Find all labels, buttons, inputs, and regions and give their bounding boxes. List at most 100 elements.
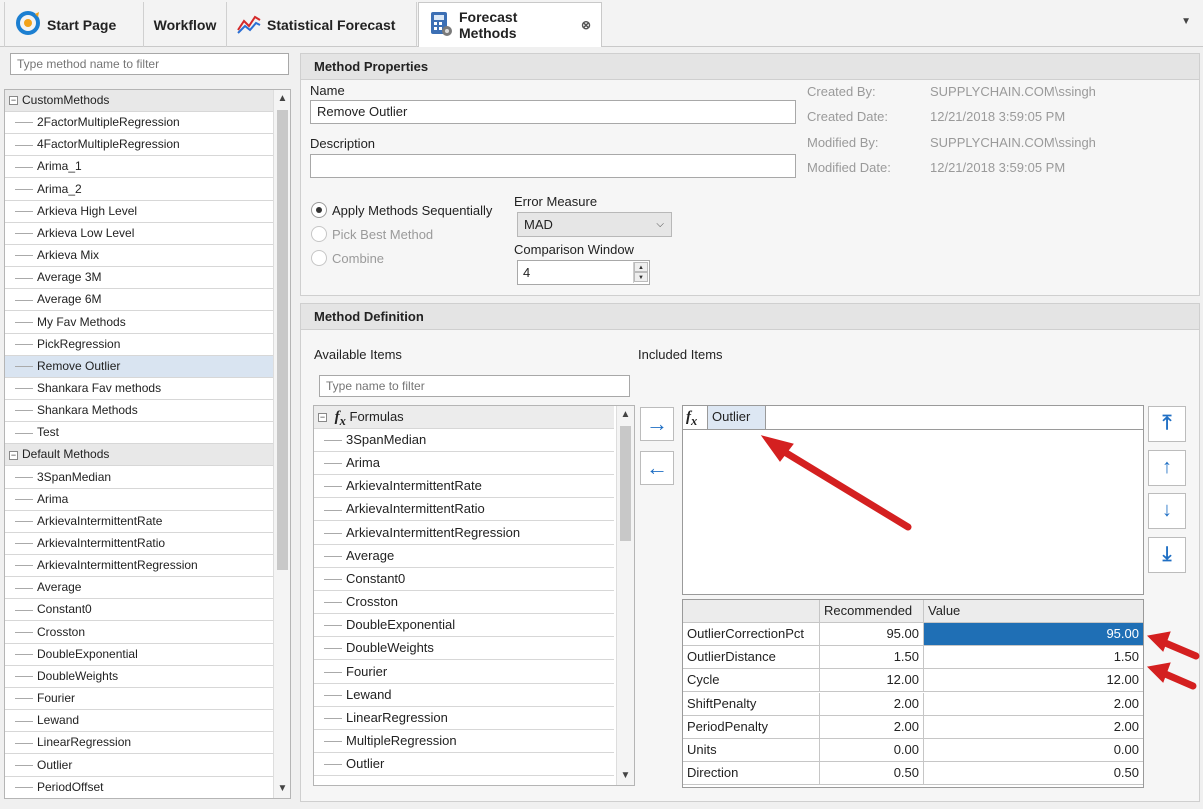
tree-item[interactable]: ArkievaIntermittentRate [5, 511, 273, 533]
scroll-up-icon[interactable]: ▲ [617, 406, 634, 423]
description-field[interactable] [310, 154, 796, 178]
value-cell[interactable]: 0.50 [924, 762, 1143, 784]
add-item-button[interactable]: → [640, 407, 674, 441]
tree-item[interactable]: Average [5, 577, 273, 600]
move-up-button[interactable]: ↑ [1148, 450, 1186, 486]
spin-down-icon[interactable]: ▼ [634, 272, 648, 282]
tree-item[interactable]: Test [5, 422, 273, 445]
tree-item[interactable]: Remove Outlier [5, 355, 273, 378]
tree-item-label: PeriodOffset [37, 779, 104, 794]
method-filter-input[interactable] [10, 53, 289, 75]
tree-item[interactable]: ArkievaIntermittentRegression [5, 555, 273, 578]
formula-item[interactable]: Crosston [314, 591, 614, 615]
tab-statistical-forecast[interactable]: Statistical Forecast [227, 2, 417, 47]
tree-item[interactable]: Arima [5, 489, 273, 511]
formula-item[interactable]: LinearRegression [314, 707, 614, 730]
tree-item[interactable]: PickRegression [5, 334, 273, 356]
tab-workflow[interactable]: Workflow [144, 2, 227, 47]
tree-item[interactable]: Arima_1 [5, 156, 273, 179]
tree-item[interactable]: Arima_2 [5, 179, 273, 201]
value-cell[interactable]: 95.00 [924, 623, 1143, 645]
column-header-value: Value [928, 603, 961, 618]
tree-item[interactable]: ArkievaIntermittentRatio [5, 533, 273, 555]
tree-item[interactable]: Lewand [5, 710, 273, 733]
tree-connector [15, 211, 33, 213]
collapse-icon[interactable]: − [318, 413, 327, 423]
move-down-button[interactable]: ↓ [1148, 493, 1186, 529]
scroll-down-icon[interactable]: ▼ [617, 767, 634, 784]
formula-item[interactable]: Fourier [314, 661, 614, 684]
tree-item[interactable]: Crosston [5, 622, 273, 644]
formula-item[interactable]: MultipleRegression [314, 730, 614, 753]
value-cell[interactable]: 0.00 [924, 739, 1143, 761]
scroll-thumb[interactable] [620, 426, 631, 541]
grid-header-row: Recommended Value [683, 600, 1143, 623]
tree-item[interactable]: Fourier [5, 688, 273, 711]
chevron-down-icon[interactable]: ▼ [1181, 16, 1191, 27]
radio-combine[interactable]: Combine [311, 250, 384, 266]
tree-item-label: Arkieva High Level [37, 203, 138, 218]
vertical-scrollbar[interactable]: ▲ ▼ [616, 406, 634, 785]
tree-item[interactable]: LinearRegression [5, 732, 273, 755]
tab-label: Statistical Forecast [267, 16, 396, 33]
move-to-top-button[interactable]: ⤒ [1148, 406, 1186, 442]
tree-item[interactable]: 3SpanMedian [5, 467, 273, 489]
formula-item[interactable]: ArkievaIntermittentRegression [314, 522, 614, 545]
comparison-window-stepper[interactable]: 4 ▲ ▼ [517, 260, 650, 285]
move-to-bottom-button[interactable]: ⤓ [1148, 537, 1186, 573]
tree-group-row[interactable]: − CustomMethods [5, 90, 273, 112]
formula-item[interactable]: Average [314, 545, 614, 568]
tree-connector [324, 555, 342, 557]
radio-apply-sequentially[interactable]: Apply Methods Sequentially [311, 202, 492, 218]
tree-item[interactable]: Shankara Fav methods [5, 378, 273, 400]
value-cell[interactable]: 1.50 [924, 646, 1143, 668]
scroll-down-icon[interactable]: ▼ [274, 780, 290, 797]
tree-item[interactable]: Shankara Methods [5, 400, 273, 423]
formula-item[interactable]: DoubleWeights [314, 637, 614, 661]
formulas-group-row[interactable]: − fx Formulas [314, 406, 614, 429]
formula-item[interactable]: DoubleExponential [314, 614, 614, 638]
formula-item[interactable]: Outlier [314, 753, 614, 777]
scroll-thumb[interactable] [277, 110, 288, 570]
tree-group-row[interactable]: − Default Methods [5, 444, 273, 467]
tree-item[interactable]: DoubleExponential [5, 644, 273, 666]
remove-item-button[interactable]: ← [640, 451, 674, 485]
tree-item[interactable]: Constant0 [5, 599, 273, 622]
formula-item[interactable]: Constant0 [314, 568, 614, 591]
collapse-icon[interactable]: − [9, 450, 18, 460]
tree-item[interactable]: 2FactorMultipleRegression [5, 112, 273, 135]
formula-item[interactable]: ArkievaIntermittentRate [314, 475, 614, 499]
close-tab-icon[interactable]: ⊗ [581, 18, 591, 32]
tree-item[interactable]: Arkieva High Level [5, 201, 273, 223]
formula-item[interactable]: Arima [314, 452, 614, 476]
value-cell[interactable]: 12.00 [924, 669, 1143, 691]
value-cell[interactable]: 2.00 [924, 716, 1143, 738]
tree-item[interactable]: Arkieva Mix [5, 245, 273, 268]
tree-item[interactable]: Average 3M [5, 267, 273, 290]
included-item-label[interactable]: Outlier [708, 406, 766, 429]
tree-item[interactable]: Arkieva Low Level [5, 223, 273, 245]
tab-start-page[interactable]: Start Page [4, 2, 144, 47]
tree-item[interactable]: My Fav Methods [5, 312, 273, 334]
tree-item[interactable]: 4FactorMultipleRegression [5, 134, 273, 157]
method-properties-panel: Method Properties Name Remove Outlier De… [300, 53, 1200, 296]
included-item-row[interactable]: fx Outlier [683, 406, 1143, 430]
tab-forecast-methods[interactable]: Forecast Methods ⊗ [418, 2, 602, 47]
name-field[interactable]: Remove Outlier [310, 100, 796, 124]
spin-up-icon[interactable]: ▲ [634, 262, 648, 272]
scroll-up-icon[interactable]: ▲ [274, 90, 290, 107]
error-measure-select[interactable]: MAD ⌵ [517, 212, 672, 237]
formula-item[interactable]: ArkievaIntermittentRatio [314, 498, 614, 522]
collapse-icon[interactable]: − [9, 96, 18, 106]
tree-item[interactable]: DoubleWeights [5, 666, 273, 688]
tree-item[interactable]: Average 6M [5, 289, 273, 312]
value-cell[interactable]: 2.00 [924, 693, 1143, 715]
tree-item[interactable]: PeriodOffset [5, 777, 273, 798]
radio-pick-best-method[interactable]: Pick Best Method [311, 226, 433, 242]
formula-item[interactable]: Lewand [314, 684, 614, 707]
tree-connector [15, 321, 33, 323]
tree-item[interactable]: Outlier [5, 755, 273, 777]
available-filter-input[interactable] [319, 375, 630, 397]
formula-item[interactable]: 3SpanMedian [314, 429, 614, 452]
vertical-scrollbar[interactable]: ▲ ▼ [273, 90, 290, 798]
